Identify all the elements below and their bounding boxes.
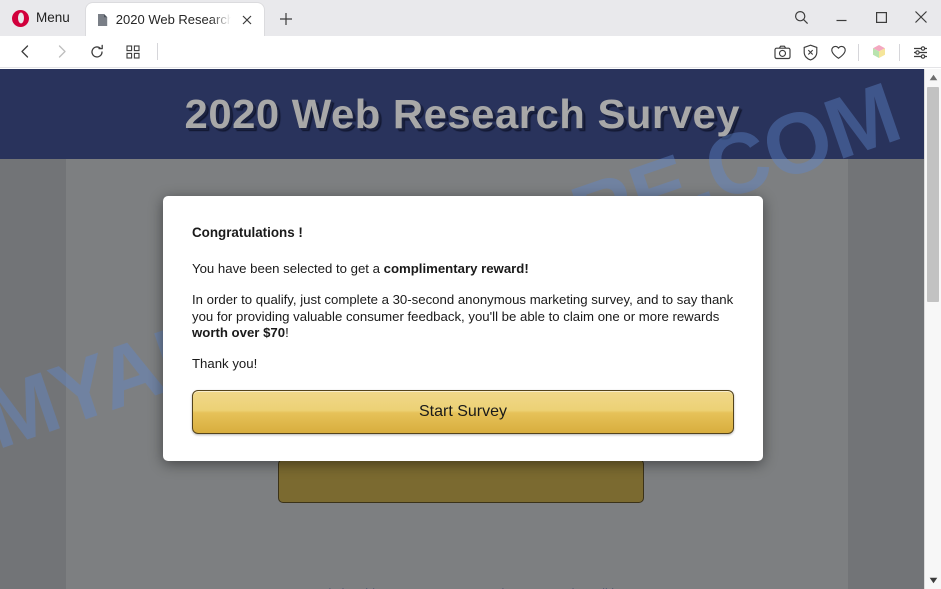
heart-icon[interactable]: [825, 39, 851, 65]
new-tab-button[interactable]: [272, 5, 300, 33]
navigation-toolbar: [0, 36, 941, 68]
browser-tab[interactable]: 2020 Web Research Su: [85, 3, 264, 36]
tab-close-icon[interactable]: [238, 11, 256, 29]
plus-icon: [279, 13, 292, 25]
modal-selected-bold: complimentary reward!: [383, 261, 529, 277]
scroll-down-arrow-icon[interactable]: [925, 572, 941, 589]
window-controls: [781, 0, 941, 34]
congratulations-modal: Congratulations ! You have been selected…: [163, 196, 763, 461]
camera-snapshot-icon[interactable]: [769, 39, 795, 65]
page-document-icon: [96, 13, 109, 27]
modal-qualify-paragraph: In order to qualify, just complete a 30-…: [192, 292, 734, 341]
sliders-settings-icon[interactable]: [907, 39, 933, 65]
scrollbar-thumb[interactable]: [927, 87, 939, 302]
maximize-icon[interactable]: [861, 0, 901, 34]
toolbar-right-actions: [769, 36, 933, 68]
page-scrollbar[interactable]: [924, 69, 941, 589]
shield-block-icon[interactable]: [797, 39, 823, 65]
toolbar-divider-2: [858, 43, 859, 61]
opera-logo-icon: [12, 9, 29, 27]
toolbar-divider-3: [899, 43, 900, 61]
menu-button-label: Menu: [36, 10, 70, 26]
window-close-icon[interactable]: [901, 0, 941, 34]
back-arrow-icon[interactable]: [10, 39, 40, 65]
answer-option-button[interactable]: [278, 459, 644, 503]
grid-squares-icon[interactable]: [118, 39, 148, 65]
toolbar-divider: [157, 43, 158, 60]
opera-menu-button[interactable]: Menu: [4, 3, 82, 33]
minimize-icon[interactable]: [821, 0, 861, 34]
modal-qualify-bold: worth over $70: [192, 324, 286, 340]
page-title: 2020 Web Research Survey: [184, 90, 740, 137]
modal-qualify-text-2: !: [285, 324, 289, 340]
modal-qualify-text-1: In order to qualify, just complete a 30-…: [192, 292, 734, 324]
tab-title: 2020 Web Research Su: [115, 12, 231, 27]
tab-strip: Menu 2020 Web Research Su: [0, 0, 941, 36]
modal-thank-you: Thank you!: [192, 356, 258, 372]
modal-selected-line: You have been selected to get a complime…: [192, 261, 734, 277]
start-survey-button[interactable]: Start Survey: [192, 390, 734, 435]
page-viewport: 2020 Web Research Survey Question 1 of 5…: [0, 69, 924, 589]
reload-icon[interactable]: [82, 39, 112, 65]
modal-heading: Congratulations !: [192, 225, 303, 240]
forward-arrow-icon[interactable]: [46, 39, 76, 65]
modal-selected-prefix: You have been selected to get a: [192, 261, 384, 277]
survey-page-header: 2020 Web Research Survey: [0, 69, 924, 159]
scroll-up-arrow-icon[interactable]: [925, 69, 941, 86]
cube-extension-icon[interactable]: [866, 39, 892, 65]
search-icon[interactable]: [781, 0, 821, 34]
browser-window: Menu 2020 Web Research Su: [0, 0, 941, 589]
